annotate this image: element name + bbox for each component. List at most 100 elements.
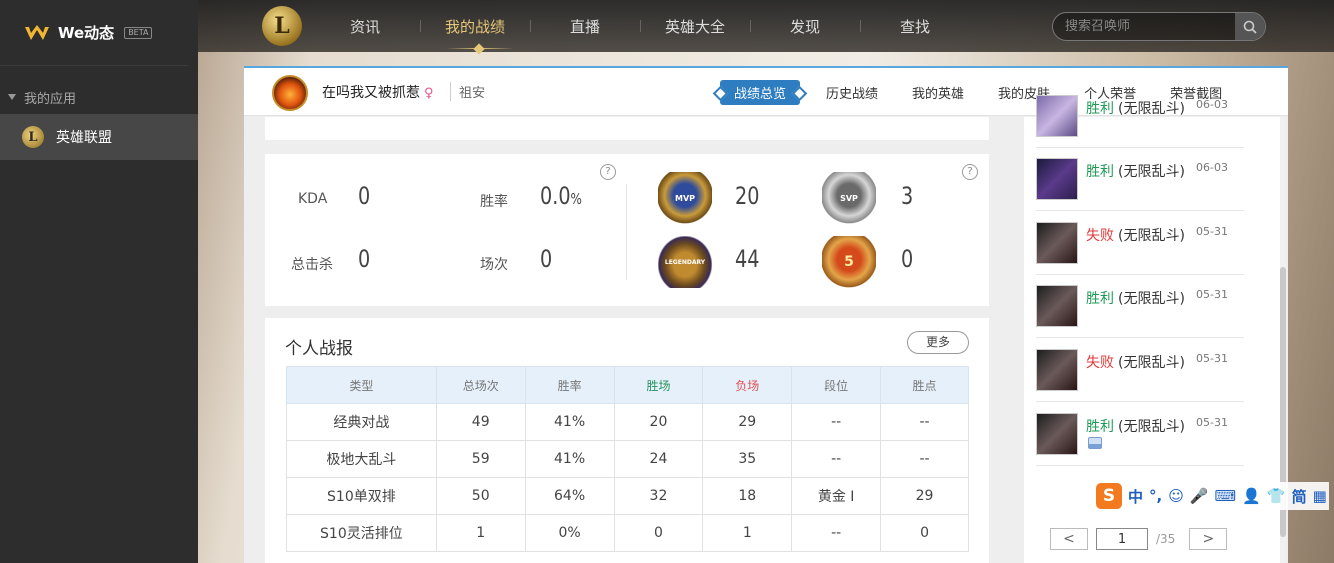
games-label: 场次 [480, 257, 508, 273]
image-icon[interactable] [1088, 437, 1102, 449]
match-mode: (无限乱斗) [1118, 355, 1185, 371]
champion-portrait [1036, 222, 1078, 264]
nav-item-my-record[interactable]: 我的战绩 [420, 16, 530, 37]
cell: 0 [613, 514, 704, 552]
report-table: 类型 总场次 胜率 胜场 负场 段位 胜点 经典对战 49 41% 20 29 … [286, 366, 969, 552]
sidebar-item-lol[interactable]: L 英雄联盟 [0, 114, 198, 160]
col-type: 类型 [286, 366, 437, 404]
nav-item-search[interactable]: 查找 [860, 16, 970, 37]
kda-label: KDA [298, 191, 328, 207]
kills-label: 总击杀 [291, 257, 333, 273]
page-number-input[interactable] [1096, 528, 1148, 550]
legendary-badge-icon: LEGENDARY [658, 236, 712, 288]
help-icon[interactable]: ? [962, 164, 978, 180]
more-button[interactable]: 更多 [907, 331, 969, 354]
winrate-unit: % [570, 190, 582, 208]
cell: -- [791, 403, 882, 441]
ime-toolbox-icon[interactable]: ▦ [1313, 487, 1327, 505]
cell: 41% [524, 403, 615, 441]
ime-skin-icon[interactable]: 👕 [1267, 487, 1286, 505]
list-item[interactable]: 失败 (无限乱斗) 05-31 [1036, 339, 1244, 402]
games-value: 0 [540, 245, 553, 273]
ime-user-icon[interactable]: 👤 [1242, 487, 1261, 505]
app-sidebar: We动态 BETA 我的应用 L 英雄联盟 [0, 0, 198, 563]
search-icon[interactable] [1235, 13, 1265, 40]
main-area: L 资讯 我的战绩 直播 英雄大全 发现 查找 在吗我又被抓惹 ♀ 祖安 [198, 0, 1334, 563]
champion-portrait [1036, 95, 1078, 137]
lol-app-icon: L [22, 126, 44, 148]
nav-item-discover[interactable]: 发现 [750, 16, 860, 37]
list-item[interactable]: 胜利 (无限乱斗) 06-03 [1036, 148, 1244, 211]
match-date: 05-31 [1196, 225, 1228, 238]
cell: S10灵活排位 [286, 514, 437, 552]
nav-item-news[interactable]: 资讯 [310, 16, 420, 37]
cell: -- [791, 514, 882, 552]
tab-overview[interactable]: 战绩总览 [720, 80, 801, 105]
active-nav-indicator [446, 43, 514, 55]
table-header-row: 类型 总场次 胜率 胜场 负场 段位 胜点 [286, 366, 969, 404]
list-item[interactable]: 失败 (无限乱斗) 05-31 [1036, 212, 1244, 275]
tab-my-heroes[interactable]: 我的英雄 [912, 83, 964, 102]
champion-portrait [1036, 413, 1078, 455]
help-icon[interactable]: ? [600, 164, 616, 180]
list-item[interactable]: 胜利 (无限乱斗) 05-31 [1036, 403, 1244, 466]
col-total: 总场次 [435, 366, 526, 404]
svp-badge-icon: SVP [822, 172, 876, 224]
ime-keyboard-icon[interactable]: ⌨ [1215, 487, 1237, 505]
table-row: 经典对战 49 41% 20 29 -- -- [286, 403, 969, 441]
ime-simplified-toggle[interactable]: 简 [1292, 486, 1307, 507]
sogou-ime-icon[interactable]: S [1096, 483, 1122, 509]
ime-voice-icon[interactable]: 🎤 [1190, 487, 1209, 505]
brand-name: We动态 [58, 24, 115, 42]
match-date: 05-31 [1196, 288, 1228, 301]
match-mode: (无限乱斗) [1118, 228, 1185, 244]
match-result: 胜利 [1086, 164, 1114, 180]
cell: -- [880, 403, 969, 441]
tab-history[interactable]: 历史战绩 [826, 83, 878, 102]
personal-report-card: 个人战报 更多 类型 总场次 胜率 胜场 负场 段位 胜点 经典对战 49 41… [265, 318, 989, 563]
ime-emoji-icon[interactable]: ☺ [1168, 487, 1184, 505]
list-item[interactable]: 胜利 (无限乱斗) 05-31 [1036, 275, 1244, 338]
sidebar-group-my-apps[interactable]: 我的应用 [0, 66, 198, 110]
next-page-button[interactable]: > [1189, 528, 1228, 550]
summoner-avatar[interactable] [272, 75, 308, 111]
sidebar-logo[interactable]: We动态 BETA [0, 0, 188, 66]
table-row: S10单双排 50 64% 32 18 黄金 Ⅰ 29 [286, 477, 969, 515]
cell: 49 [435, 403, 526, 441]
nav-item-live[interactable]: 直播 [530, 16, 640, 37]
cell: 32 [613, 477, 704, 515]
match-result: 失败 [1086, 355, 1114, 371]
cell: S10单双排 [286, 477, 437, 515]
cell: 29 [702, 403, 793, 441]
match-mode: (无限乱斗) [1118, 291, 1185, 307]
summoner-search [1052, 12, 1266, 41]
cell: 29 [880, 477, 969, 515]
col-losses: 负场 [702, 366, 793, 404]
list-item[interactable]: 胜利 (无限乱斗) 06-03 [1036, 85, 1244, 148]
nav-item-heroes[interactable]: 英雄大全 [640, 16, 750, 37]
cell: 黄金 Ⅰ [791, 477, 882, 515]
col-wins: 胜场 [613, 366, 704, 404]
match-result: 胜利 [1086, 419, 1114, 435]
match-mode: (无限乱斗) [1118, 419, 1185, 435]
cell: 41% [524, 440, 615, 478]
prev-page-button[interactable]: < [1050, 528, 1088, 550]
page-total: /35 [1156, 532, 1176, 546]
winrate-label: 胜率 [480, 194, 508, 210]
report-title: 个人战报 [285, 339, 353, 359]
lol-logo-icon[interactable]: L [262, 6, 302, 46]
cell: 24 [613, 440, 704, 478]
server-name: 祖安 [450, 82, 485, 101]
cell: 经典对战 [286, 403, 437, 441]
match-result: 胜利 [1086, 291, 1114, 307]
match-date: 05-31 [1196, 352, 1228, 365]
cell: 0% [524, 514, 615, 552]
female-icon: ♀ [424, 86, 434, 101]
cell: 64% [524, 477, 615, 515]
match-mode: (无限乱斗) [1118, 164, 1185, 180]
pentakill-count: 0 [901, 245, 914, 273]
ime-chinese-mode[interactable]: 中 [1128, 486, 1143, 507]
summoner-search-input[interactable] [1053, 19, 1235, 34]
pentakill-badge-icon: 5 [822, 236, 876, 288]
ime-punctuation-icon[interactable]: °, [1149, 487, 1162, 505]
